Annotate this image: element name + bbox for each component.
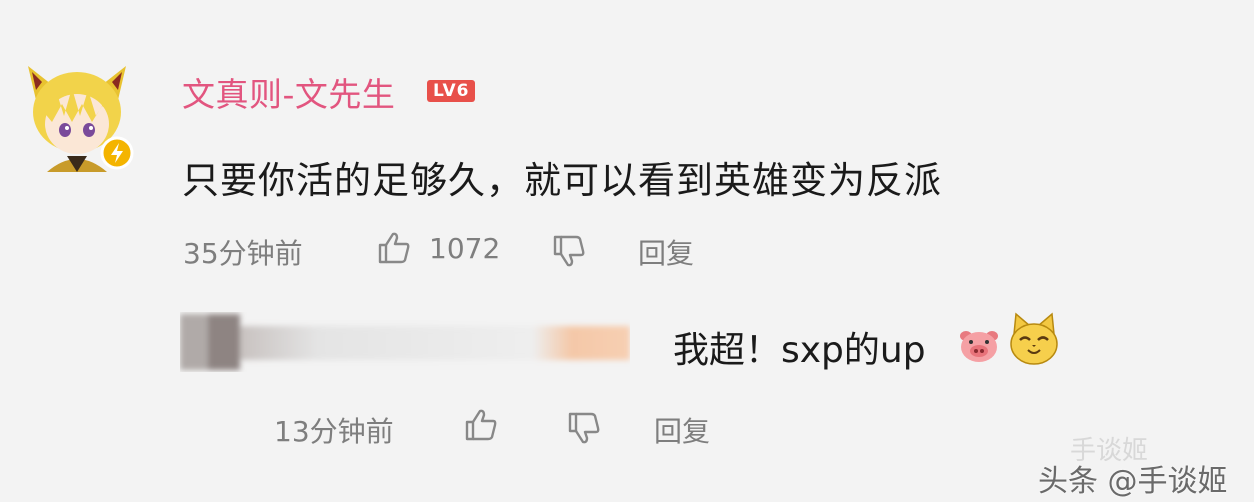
reply-button[interactable]: 回复	[638, 232, 694, 272]
thumbs-up-icon	[378, 232, 410, 264]
like-button[interactable]	[376, 230, 412, 266]
reply-like-button[interactable]	[463, 407, 499, 443]
verified-badge-icon	[100, 136, 134, 170]
level-badge: LV6	[427, 80, 476, 102]
reply-dislike-button[interactable]	[566, 410, 602, 446]
thumbs-down-icon	[553, 235, 585, 267]
thumbs-up-icon	[465, 409, 497, 441]
pig-face-emoji-icon	[958, 328, 1000, 364]
reply-text: 我超！sxp的up	[673, 330, 926, 371]
user-avatar[interactable]	[22, 60, 134, 172]
comment-time: 35分钟前	[183, 237, 303, 270]
reply-time: 13分钟前	[274, 415, 394, 448]
watermark-main: 头条 @手谈姬	[1038, 464, 1228, 499]
like-count: 1072	[429, 232, 501, 265]
comment-text: 只要你活的足够久，就可以看到英雄变为反派	[182, 159, 942, 202]
reply-reply-button[interactable]: 回复	[654, 410, 710, 450]
dislike-button[interactable]	[551, 233, 587, 269]
comment-username[interactable]: 文真则-文先生	[182, 68, 395, 116]
blurred-reply-username	[180, 312, 630, 372]
cat-face-emoji-icon	[1008, 312, 1060, 366]
thumbs-down-icon	[568, 412, 600, 444]
